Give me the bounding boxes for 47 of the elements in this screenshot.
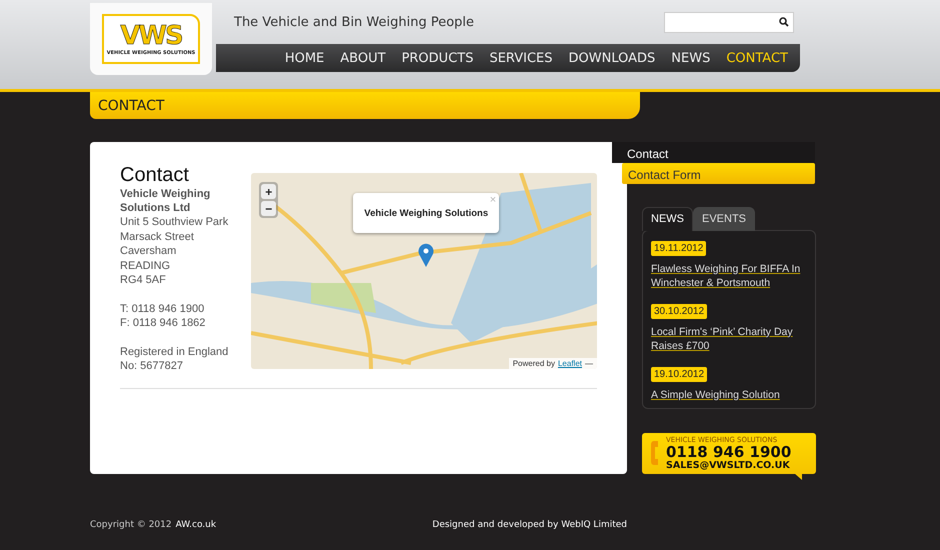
nav-link[interactable]: DOWNLOADS [568,50,656,66]
news-date: 19.11.2012 [651,240,706,256]
menu-title: Contact [612,142,815,163]
zoom-in-button[interactable]: + [261,184,276,199]
phone-icon [650,440,660,466]
popup-title: Vehicle Weighing Solutions [364,208,488,218]
callout-phone: 0118 946 1900 [666,444,792,460]
logo-mark: VWS [120,22,182,50]
leaflet-link[interactable]: Leaflet [558,359,582,368]
attribution-dash: — [585,359,593,368]
news-link[interactable]: A Simple Weighing Solution [651,388,807,402]
address-line: Caversham [120,244,178,258]
zoom-out-button[interactable]: − [261,201,276,216]
page-title: CONTACT [98,98,164,114]
news-date: 30.10.2012 [651,304,708,319]
news-link[interactable]: Flawless Weighing For BIFFA In Winchester & Portsmouth [651,262,807,290]
search-icon[interactable] [779,17,789,27]
news-link[interactable]: Local Firm's ‘Pink’ Charity Day Raises £700 [651,324,807,353]
menu-item[interactable]: Contact Form [622,162,815,184]
callout-email: SALES@VWSLTD.CO.UK [666,460,791,471]
search-field[interactable] [664,12,794,32]
callout-tail [794,473,802,480]
tab[interactable]: EVENTS [693,206,756,231]
nav-link[interactable]: HOME [284,50,324,66]
contact-heading: Contact [120,164,190,187]
nav-link[interactable]: NEWS [671,50,710,66]
tagline: The Vehicle and Bin Weighing People [234,14,474,30]
nav-link[interactable]: CONTACT [726,50,788,66]
tab[interactable]: NEWS [642,206,693,231]
copyright-link[interactable]: AW.co.uk [176,520,216,530]
nav-link[interactable]: SERVICES [489,50,553,66]
nav-link[interactable]: PRODUCTS [402,50,474,66]
map[interactable]: + − Vehicle Weighing Solutions × Powered by Leaflet — [251,173,597,369]
news-date: 19.10.2012 [651,366,708,382]
copyright-text: Copyright © 2012 [90,520,172,530]
address-line: Unit 5 Southview Park [120,215,230,230]
registration-number: Registered in England No: 5677827 [120,344,230,374]
credit-text: Designed and developed by WebIQ Limited [432,520,627,530]
phone-number: T: 0118 946 1900 [120,302,206,316]
address-line: READING [120,258,172,273]
company-name: Vehicle Weighing Solutions Ltd [120,187,212,215]
attribution-text: Powered by [512,359,555,368]
fax-number: F: 0118 946 1862 [120,316,206,330]
address-line: Marsack Street [120,230,195,244]
map-pin-icon [418,243,434,267]
address-line: RG4 5AF [120,273,167,288]
nav-link[interactable]: ABOUT [340,50,386,66]
